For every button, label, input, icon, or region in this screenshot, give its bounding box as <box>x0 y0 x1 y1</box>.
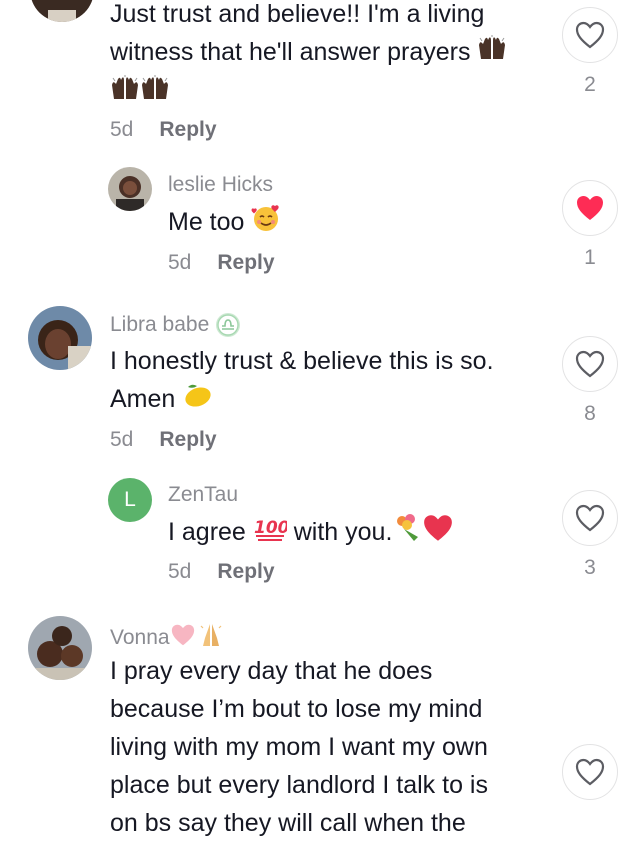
red-heart-emoji <box>422 513 454 554</box>
bouquet-emoji <box>392 513 422 554</box>
like-control <box>562 744 618 800</box>
username[interactable]: Libra babe <box>110 312 241 338</box>
comment-meta: 5d Reply <box>110 428 217 452</box>
like-button[interactable] <box>562 7 618 63</box>
comment-meta: 5d Reply <box>168 251 275 275</box>
comment-text: I honestly trust & believe this is so. A… <box>110 342 560 420</box>
like-count: 1 <box>584 246 596 269</box>
reply-button[interactable]: Reply <box>159 118 216 141</box>
avatar[interactable]: L <box>108 478 152 522</box>
heart-filled-icon <box>577 196 603 220</box>
avatar[interactable] <box>28 616 92 680</box>
raising-hands-emoji <box>477 34 507 72</box>
raising-hands-emoji <box>110 74 140 112</box>
reply-button[interactable]: Reply <box>217 560 274 583</box>
libra-badge-icon <box>216 313 241 337</box>
heart-outline-icon <box>575 350 605 378</box>
timestamp: 5d <box>110 428 134 451</box>
comment-text: I pray every day that he does because I’… <box>110 657 488 837</box>
heart-outline-icon <box>575 21 605 49</box>
comment-text: Me too <box>168 203 281 244</box>
like-button[interactable] <box>562 180 618 236</box>
comment-meta: 5d Reply <box>168 560 275 584</box>
avatar-letter: L <box>124 488 136 511</box>
avatar[interactable] <box>28 306 92 370</box>
like-control: 8 <box>562 336 618 426</box>
like-control: 3 <box>562 490 618 580</box>
lemon-emoji <box>182 381 214 420</box>
avatar[interactable] <box>108 167 152 211</box>
comment-text: I agree 100 with you. <box>168 513 454 554</box>
like-button[interactable] <box>562 490 618 546</box>
heart-outline-icon <box>575 758 605 786</box>
smiling-hearts-emoji <box>251 203 281 244</box>
reply-button[interactable]: Reply <box>159 428 216 451</box>
timestamp: 5d <box>168 560 192 583</box>
like-count: 2 <box>584 73 596 96</box>
like-count: 8 <box>584 402 596 425</box>
username[interactable]: ZenTau <box>168 483 238 507</box>
raising-hands-emoji <box>140 74 170 112</box>
like-count: 3 <box>584 556 596 579</box>
timestamp: 5d <box>110 118 134 141</box>
pink-heart-emoji <box>170 623 196 653</box>
like-button[interactable] <box>562 336 618 392</box>
comment-text: Just trust and believe!! I'm a living wi… <box>110 0 560 112</box>
timestamp: 5d <box>168 251 192 274</box>
username[interactable]: Vonna <box>110 622 224 654</box>
hundred-emoji: 100 <box>253 514 289 553</box>
folded-hands-emoji <box>198 622 224 654</box>
like-button[interactable] <box>562 744 618 800</box>
heart-outline-icon <box>575 504 605 532</box>
comment-meta: 5d Reply <box>110 118 217 142</box>
avatar[interactable] <box>30 0 94 22</box>
reply-button[interactable]: Reply <box>217 251 274 274</box>
username[interactable]: leslie Hicks <box>168 173 273 197</box>
like-control: 1 <box>562 180 618 270</box>
like-control: 2 <box>562 7 618 97</box>
